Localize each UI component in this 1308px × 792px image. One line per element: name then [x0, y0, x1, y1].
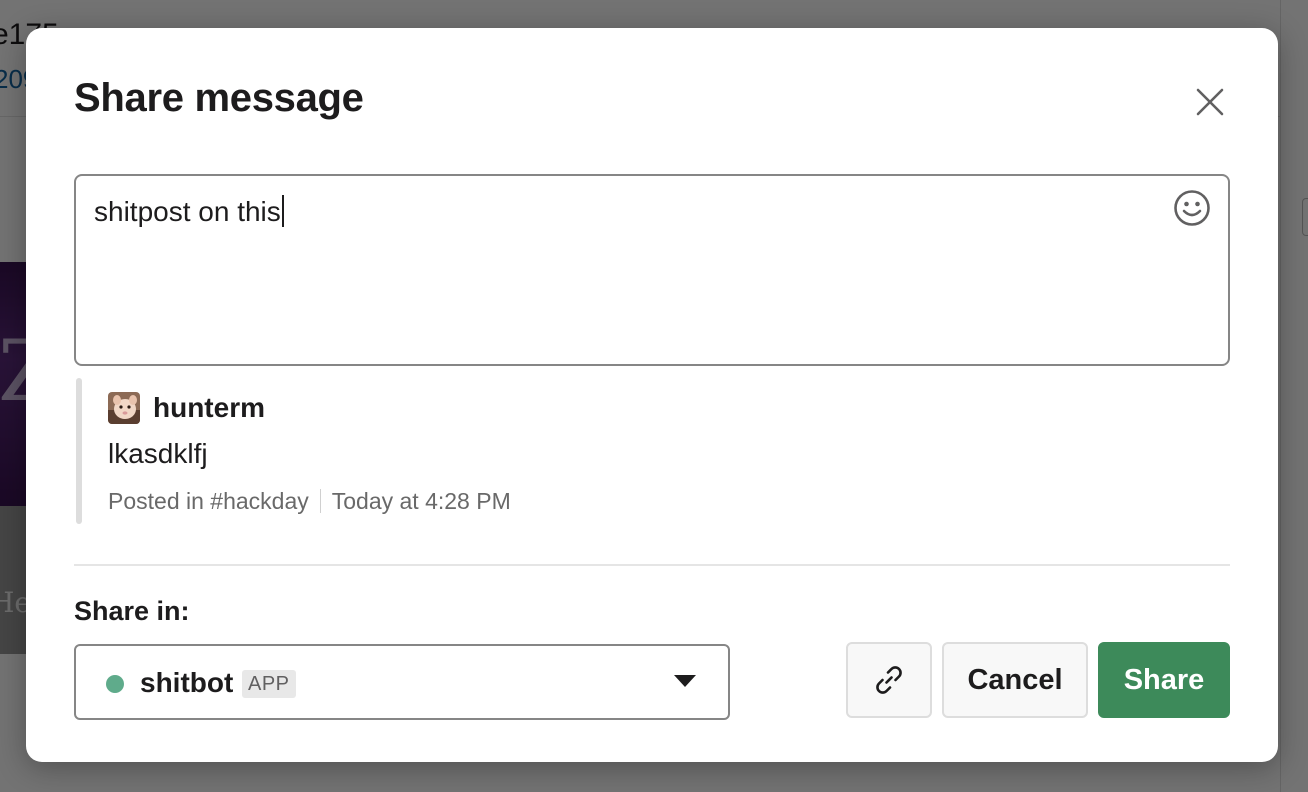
divider	[74, 564, 1230, 566]
close-icon	[1196, 88, 1224, 116]
message-timestamp[interactable]: Today at 4:28 PM	[332, 486, 511, 516]
avatar	[108, 392, 140, 424]
emoji-button[interactable]	[1172, 188, 1212, 228]
app-badge: APP	[242, 670, 296, 698]
message-meta: Posted in #hackday Today at 4:28 PM	[108, 486, 511, 516]
shared-message-preview: hunterm lkasdklfj Posted in #hackday Tod…	[74, 378, 974, 524]
copy-link-button[interactable]	[846, 642, 932, 718]
emoji-icon	[1174, 190, 1210, 226]
text-caret	[281, 195, 284, 227]
share-button[interactable]: Share	[1098, 642, 1230, 718]
share-in-label: Share in:	[74, 596, 190, 626]
chevron-down-icon	[674, 675, 696, 687]
meta-separator	[319, 489, 321, 513]
share-message-dialog: Share message shitpost on this hunterm l…	[26, 28, 1278, 762]
channel-select[interactable]: shitbot APP	[74, 644, 730, 720]
link-icon	[876, 666, 902, 694]
posted-in-channel[interactable]: Posted in #hackday	[108, 486, 309, 516]
dialog-title: Share message	[74, 76, 364, 120]
quote-bar	[76, 378, 82, 524]
message-author[interactable]: hunterm	[153, 390, 265, 426]
selected-channel-name: shitbot	[140, 667, 234, 698]
message-input-text[interactable]: shitpost on this	[94, 194, 284, 230]
message-input[interactable]: shitpost on this	[74, 174, 1230, 366]
message-body: lkasdklfj	[108, 438, 208, 469]
presence-dot-icon	[106, 675, 124, 693]
message-input-value: shitpost on this	[94, 196, 281, 227]
close-button[interactable]	[1188, 80, 1232, 124]
cancel-button[interactable]: Cancel	[942, 642, 1088, 718]
